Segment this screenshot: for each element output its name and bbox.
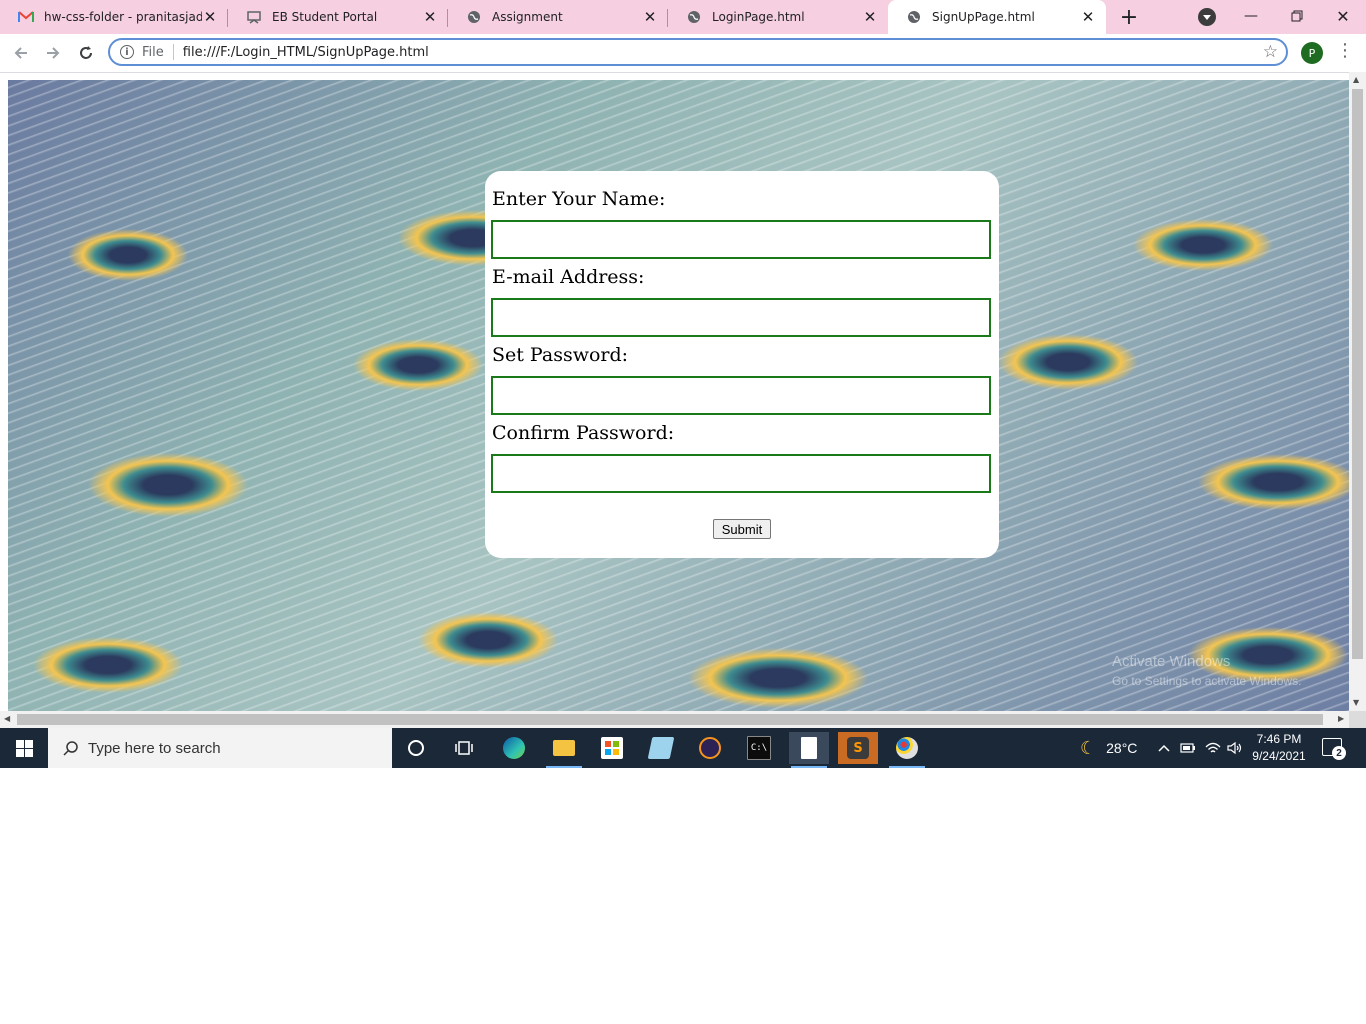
submit-button[interactable]: Submit <box>713 519 771 539</box>
terminal-icon[interactable]: C:\ <box>739 732 779 764</box>
watermark-title: Activate Windows <box>1112 653 1231 670</box>
name-input[interactable] <box>491 220 991 259</box>
cortana-icon[interactable] <box>396 732 436 764</box>
battery-icon[interactable] <box>1180 728 1196 768</box>
tab-strip: hw-css-folder - pranitasjadha ✕ EB Stude… <box>0 0 1366 34</box>
close-window-button[interactable]: ✕ <box>1320 0 1366 32</box>
horizontal-scroll-thumb[interactable] <box>17 714 1323 725</box>
scroll-right-icon[interactable]: ▶ <box>1338 714 1344 723</box>
browser-toolbar: i File file:///F:/Login_HTML/SignUpPage.… <box>0 34 1366 73</box>
weather-widget[interactable]: ☾ 28°C <box>1080 728 1137 768</box>
vertical-scrollbar[interactable]: ▲ ▼ <box>1349 72 1366 711</box>
search-placeholder: Type here to search <box>88 739 221 757</box>
notepad-icon[interactable] <box>641 732 681 764</box>
clock-time: 7:46 PM <box>1256 732 1302 746</box>
tab-title: EB Student Portal <box>272 10 378 24</box>
tab-eb-student-portal[interactable]: EB Student Portal ✕ <box>228 0 448 34</box>
wifi-icon[interactable] <box>1205 728 1221 768</box>
active-indicator <box>791 766 827 768</box>
close-icon[interactable]: ✕ <box>422 8 438 26</box>
tab-gmail[interactable]: hw-css-folder - pranitasjadha ✕ <box>0 0 228 34</box>
email-input[interactable] <box>491 298 991 337</box>
volume-icon[interactable] <box>1227 728 1243 768</box>
back-button[interactable] <box>10 42 32 64</box>
tab-search-icon[interactable] <box>1198 8 1216 26</box>
restore-button[interactable] <box>1274 0 1320 32</box>
tab-title: SignUpPage.html <box>932 10 1035 24</box>
watermark-subtitle: Go to Settings to activate Windows. <box>1112 674 1302 688</box>
profile-avatar[interactable]: P <box>1301 42 1323 64</box>
active-indicator <box>889 766 925 768</box>
windows-logo-icon <box>15 739 33 757</box>
file-explorer-icon[interactable] <box>544 732 584 768</box>
tab-signuppage[interactable]: SignUpPage.html ✕ <box>888 0 1106 34</box>
address-bar[interactable]: i File file:///F:/Login_HTML/SignUpPage.… <box>108 38 1288 66</box>
tab-title: LoginPage.html <box>712 10 805 24</box>
forward-button[interactable] <box>42 42 64 64</box>
password-label: Set Password: <box>492 344 629 366</box>
gmail-icon <box>18 9 34 25</box>
close-icon[interactable]: ✕ <box>1080 8 1096 26</box>
globe-icon <box>686 9 702 25</box>
minimize-button[interactable]: — <box>1228 0 1274 32</box>
name-label: Enter Your Name: <box>492 188 666 210</box>
search-icon <box>62 739 80 757</box>
eclipse-icon[interactable] <box>690 732 730 764</box>
scroll-left-icon[interactable]: ◀ <box>4 714 10 723</box>
globe-icon <box>906 9 922 25</box>
portal-icon <box>246 9 262 25</box>
show-hidden-icons[interactable] <box>1158 728 1170 768</box>
weather-temp: 28°C <box>1106 740 1138 756</box>
info-icon[interactable]: i <box>120 45 134 59</box>
page-viewport: Enter Your Name: E-mail Address: Set Pas… <box>8 80 1349 711</box>
task-view-icon[interactable] <box>444 732 484 764</box>
confirm-password-input[interactable] <box>491 454 991 493</box>
tab-assignment[interactable]: Assignment ✕ <box>448 0 668 34</box>
new-tab-button[interactable]: + <box>1117 5 1141 30</box>
globe-icon <box>466 9 482 25</box>
start-button[interactable] <box>0 728 48 768</box>
clock-date: 9/24/2021 <box>1252 749 1306 763</box>
omnibox-divider <box>172 44 174 60</box>
password-input[interactable] <box>491 376 991 415</box>
scroll-up-icon[interactable]: ▲ <box>1353 75 1359 84</box>
email-label: E-mail Address: <box>492 266 645 288</box>
store-icon[interactable] <box>592 732 632 764</box>
active-indicator <box>546 766 582 768</box>
edge-icon[interactable] <box>494 732 534 764</box>
tab-loginpage[interactable]: LoginPage.html ✕ <box>668 0 888 34</box>
scheme-label: File <box>142 44 164 60</box>
notification-count: 2 <box>1332 746 1346 760</box>
close-icon[interactable]: ✕ <box>862 8 878 26</box>
taskbar-search[interactable]: Type here to search <box>48 728 392 768</box>
signup-form: Enter Your Name: E-mail Address: Set Pas… <box>485 171 999 558</box>
reload-button[interactable] <box>75 42 97 64</box>
close-icon[interactable]: ✕ <box>202 8 218 26</box>
bookmark-star-icon[interactable]: ☆ <box>1263 42 1278 62</box>
activate-windows-watermark: Activate Windows Go to Settings to activ… <box>1112 653 1301 688</box>
scrollbar-corner <box>1349 711 1366 728</box>
moon-icon: ☾ <box>1080 737 1097 758</box>
kebab-menu-icon[interactable]: ⋮ <box>1336 40 1354 61</box>
vertical-scroll-thumb[interactable] <box>1352 89 1363 659</box>
close-icon[interactable]: ✕ <box>642 8 658 26</box>
tab-title: hw-css-folder - pranitasjadha <box>44 10 202 24</box>
taskbar-clock[interactable]: 7:46 PM 9/24/2021 <box>1246 731 1312 765</box>
confirm-password-label: Confirm Password: <box>492 422 675 444</box>
url-text[interactable]: file:///F:/Login_HTML/SignUpPage.html <box>183 45 429 60</box>
horizontal-scrollbar[interactable]: ◀ ▶ <box>0 711 1349 728</box>
windows-taskbar: Type here to search C:\ S ☾ 28°C 7:46 PM… <box>0 728 1366 768</box>
scroll-down-icon[interactable]: ▼ <box>1353 698 1359 707</box>
file-icon[interactable] <box>789 732 829 768</box>
sublime-icon[interactable]: S <box>838 732 878 764</box>
tab-title: Assignment <box>492 10 563 24</box>
paint-icon[interactable] <box>887 732 927 768</box>
